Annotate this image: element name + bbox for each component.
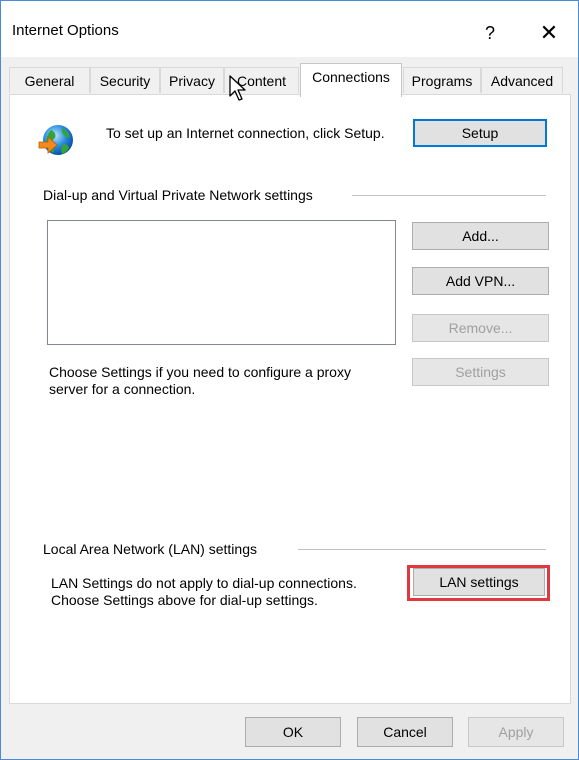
connections-listbox[interactable] [47,220,396,345]
help-button[interactable]: ? [471,13,509,53]
add-vpn-button[interactable]: Add VPN... [412,267,549,295]
mouse-pointer-icon [229,75,246,101]
ok-button[interactable]: OK [245,717,341,747]
add-button[interactable]: Add... [412,222,549,250]
remove-button[interactable]: Remove... [412,314,549,342]
lan-group-label: Local Area Network (LAN) settings [43,541,257,557]
tab-programs[interactable]: Programs [403,67,481,93]
setup-button[interactable]: Setup [413,119,547,147]
settings-button[interactable]: Settings [412,358,549,386]
internet-options-window: Internet Options ? ✕ General Security Pr… [0,0,579,760]
lan-group-divider [298,549,546,550]
dialup-group-label: Dial-up and Virtual Private Network sett… [43,187,313,203]
tab-general[interactable]: General [9,67,90,93]
tab-privacy[interactable]: Privacy [160,67,224,93]
cancel-button[interactable]: Cancel [357,717,453,747]
window-title: Internet Options [12,22,119,39]
proxy-instructions-text: Choose Settings if you need to configure… [49,364,351,397]
tab-security[interactable]: Security [90,67,160,93]
setup-instructions-text: To set up an Internet connection, click … [106,125,385,141]
dialup-group-divider [352,195,546,196]
lan-settings-highlight [407,565,550,601]
apply-button[interactable]: Apply [468,717,564,747]
connections-panel: To set up an Internet connection, click … [9,94,571,704]
title-bar: Internet Options ? ✕ [1,1,578,57]
tab-connections[interactable]: Connections [300,63,402,97]
close-button[interactable]: ✕ [529,13,569,53]
internet-globe-icon [38,125,73,155]
tab-advanced[interactable]: Advanced [481,67,563,93]
lan-instructions-text: LAN Settings do not apply to dial-up con… [51,575,357,608]
